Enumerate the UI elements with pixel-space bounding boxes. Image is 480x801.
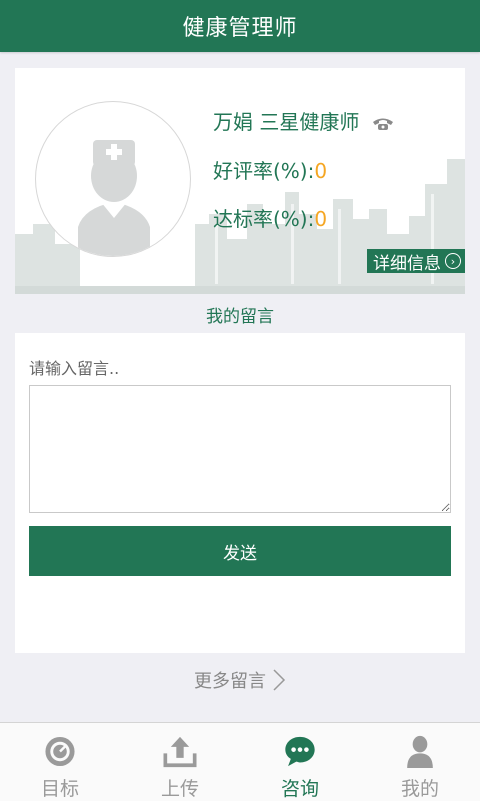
doctor-avatar-icon	[78, 140, 150, 256]
bottom-tab-bar: 目标 上传 咨询 我的	[0, 722, 480, 801]
message-textarea[interactable]	[29, 385, 451, 513]
page-title: 健康管理师	[182, 16, 298, 41]
send-button[interactable]: 发送	[29, 526, 451, 576]
chevron-right-circle-icon: ›	[445, 253, 461, 269]
phone-icon[interactable]	[372, 117, 394, 131]
upload-icon	[163, 736, 197, 768]
health-manager-card: 万娟 三星健康师 好评率(%):0 达标率(%):0 详细信息 ›	[15, 68, 465, 294]
tab-mine[interactable]: 我的	[360, 723, 480, 801]
my-messages-title: 我的留言	[206, 307, 274, 327]
person-icon	[407, 735, 433, 768]
more-messages-link[interactable]: 更多留言	[0, 667, 480, 693]
target-icon	[45, 736, 75, 767]
more-messages-label: 更多留言	[194, 671, 266, 692]
message-card: 请输入留言.. 发送	[15, 333, 465, 653]
detail-info-label: 详细信息	[373, 253, 441, 274]
reach-rate-label: 达标率(%):	[213, 207, 315, 231]
reach-rate: 达标率(%):0	[213, 203, 327, 232]
manager-name: 万娟 三星健康师	[213, 106, 394, 135]
manager-name-text: 万娟 三星健康师	[213, 110, 360, 134]
tab-upload[interactable]: 上传	[120, 723, 240, 801]
good-rate: 好评率(%):0	[213, 155, 327, 184]
detail-info-button[interactable]: 详细信息 ›	[367, 249, 465, 274]
tab-target-label: 目标	[40, 778, 79, 800]
tab-consult-label: 咨询	[280, 778, 319, 800]
message-input-label: 请输入留言..	[29, 359, 120, 378]
chat-icon	[285, 736, 315, 767]
tab-mine-label: 我的	[400, 778, 439, 800]
reach-rate-value: 0	[314, 207, 328, 231]
card-bottom-strip	[15, 286, 465, 294]
tab-consult[interactable]: 咨询	[240, 723, 360, 801]
good-rate-label: 好评率(%):	[213, 159, 315, 183]
app-header: 健康管理师	[0, 0, 480, 52]
tab-target[interactable]: 目标	[0, 723, 120, 801]
avatar[interactable]	[35, 101, 191, 257]
good-rate-value: 0	[314, 159, 328, 183]
tab-upload-label: 上传	[160, 778, 199, 800]
chevron-right-icon	[273, 669, 286, 691]
